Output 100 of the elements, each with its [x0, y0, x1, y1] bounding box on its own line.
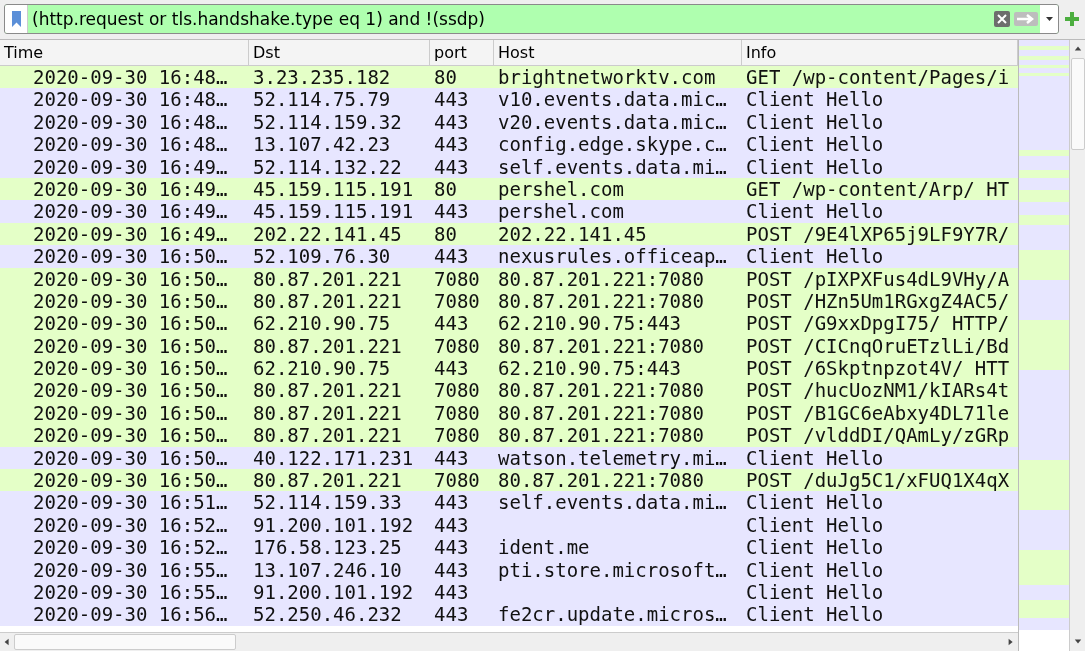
column-header[interactable]: Time	[0, 40, 249, 65]
display-filter-field[interactable]: (http.request or tls.handshake.type eq 1) and !(ssdp)	[28, 9, 992, 29]
scroll-right-icon[interactable]	[1007, 638, 1015, 646]
table-cell-text: 45.159.115.191	[252, 177, 415, 201]
table-cell-text: 3.23.235.182	[252, 66, 392, 89]
table-cell-text: watson.telemetry.mi…	[497, 446, 728, 470]
table-cell-text: 80	[433, 177, 458, 201]
table-cell-text: 443	[433, 357, 470, 380]
table-cell-text: pershel.com	[497, 200, 625, 223]
table-cell-text: 443	[433, 245, 470, 268]
table-cell-text: 443	[433, 558, 470, 581]
table-cell-text: POST /HZn5Um1RGxgZ4AC5/	[745, 289, 1011, 313]
packet-row[interactable]: 2020-09-30 16:49… 52.114.132.22 443 self.events.data.mi… Client Hello	[0, 155, 1018, 178]
table-cell-text: 176.58.123.25	[252, 536, 403, 559]
packet-row[interactable]: 2020-09-30 16:50… 80.87.201.221 7080 80.87.201.221:7080 POST /duJg5C1/xFUQ1X4qX	[0, 469, 1018, 492]
packet-row[interactable]: 2020-09-30 16:50… 62.210.90.75 443 62.210.90.75:443 POST /G9xxDpgI75/ HTTP/	[0, 312, 1018, 335]
table-cell-text: 80.87.201.221:7080	[497, 334, 705, 358]
vertical-scrollbar-thumb[interactable]	[1070, 58, 1085, 150]
table-cell-text: Client Hello	[745, 558, 885, 581]
table-cell-text: Client Hello	[745, 245, 885, 268]
packet-row[interactable]: 2020-09-30 16:52… 176.58.123.25 443 ident.me Client Hello	[0, 536, 1018, 559]
column-header[interactable]: Dst	[249, 40, 430, 65]
table-cell-text: 2020-09-30 16:50…	[32, 289, 229, 313]
table-cell-text: 2020-09-30 16:56…	[32, 603, 229, 626]
scroll-left-icon[interactable]	[3, 638, 11, 646]
column-header[interactable]: Info	[742, 40, 1018, 65]
packet-row[interactable]: 2020-09-30 16:48… 52.114.75.79 443 v10.events.data.mic… Client Hello	[0, 88, 1018, 111]
table-cell-text: POST /CICnqOruETzlLi/Bd	[745, 334, 1011, 358]
table-cell-text: 443	[433, 603, 470, 626]
bookmark-icon[interactable]	[11, 11, 21, 27]
table-cell-text: 2020-09-30 16:50…	[32, 267, 229, 290]
table-cell-text: v20.events.data.mic…	[497, 110, 728, 134]
packet-row[interactable]: 2020-09-30 16:50… 80.87.201.221 7080 80.87.201.221:7080 POST /CICnqOruETzlLi/Bd	[0, 334, 1018, 358]
table-cell-text: 80.87.201.221:7080	[497, 424, 705, 447]
table-cell-text: 2020-09-30 16:48…	[32, 88, 229, 111]
table-cell-text: 52.114.159.32	[252, 110, 403, 134]
packet-row[interactable]: 2020-09-30 16:52… 91.200.101.192 443 Client Hello	[0, 513, 1018, 537]
packet-row[interactable]: 2020-09-30 16:49… 45.159.115.191 80 pershel.com GET /wp-content/Arp/ HT	[0, 177, 1018, 201]
table-cell-text: 40.122.171.231	[252, 446, 415, 470]
table-cell-text: 80	[433, 222, 458, 246]
table-cell-text: POST /9E4lXP65j9LF9Y7R/	[745, 222, 1011, 246]
packet-row[interactable]: 2020-09-30 16:50… 80.87.201.221 7080 80.87.201.221:7080 POST /hucUozNM1/kIARs4t	[0, 379, 1018, 402]
table-cell-text: 52.114.75.79	[252, 88, 392, 111]
packet-row[interactable]: 2020-09-30 16:56… 52.250.46.232 443 fe2cr.update.micros… Client Hello	[0, 603, 1018, 626]
display-filter-bar[interactable]: (http.request or tls.handshake.type eq 1) and !(ssdp)	[4, 4, 1059, 34]
table-cell-text: 443	[433, 312, 470, 335]
table-cell-text: 7080	[433, 379, 481, 402]
packet-row[interactable]: 2020-09-30 16:50… 40.122.171.231 443 watson.telemetry.mi… Client Hello	[0, 446, 1018, 470]
clear-icon[interactable]	[994, 11, 1010, 27]
packet-row[interactable]: 2020-09-30 16:50… 80.87.201.221 7080 80.87.201.221:7080 POST /pIXPXFus4dL9VHy/A	[0, 267, 1018, 290]
table-cell-text: 80.87.201.221	[252, 267, 403, 290]
table-cell-text: 52.109.76.30	[252, 245, 392, 268]
table-cell-text: POST /6Skptnpzot4V/ HTT	[745, 357, 1011, 380]
table-cell-text: 2020-09-30 16:50…	[32, 401, 229, 425]
table-cell-text: Client Hello	[745, 536, 885, 559]
table-cell-text: 2020-09-30 16:55…	[32, 581, 229, 604]
packet-row[interactable]: 2020-09-30 16:48… 52.114.159.32 443 v20.events.data.mic… Client Hello	[0, 110, 1018, 134]
table-cell-text: Client Hello	[745, 155, 885, 178]
table-cell-text: Client Hello	[745, 110, 885, 134]
packet-row[interactable]: 2020-09-30 16:51… 52.114.159.33 443 self.events.data.mi… Client Hello	[0, 491, 1018, 514]
packet-row[interactable]: 2020-09-30 16:50… 80.87.201.221 7080 80.87.201.221:7080 POST /B1GC6eAbxy4DL71le	[0, 401, 1018, 425]
table-cell-text: 52.114.132.22	[252, 155, 403, 178]
table-cell-text: brightnetworktv.com	[497, 66, 717, 89]
table-cell-text: 443	[433, 133, 470, 156]
table-cell-text: 443	[433, 536, 470, 559]
table-cell-text: 2020-09-30 16:48…	[32, 66, 229, 89]
table-cell-text: 91.200.101.192	[252, 581, 415, 604]
table-cell-text: 443	[433, 155, 470, 178]
table-cell-text: 7080	[433, 424, 481, 447]
scroll-down-icon[interactable]	[1073, 638, 1082, 646]
packet-row[interactable]: 2020-09-30 16:55… 13.107.246.10 443 pti.store.microsoft… Client Hello	[0, 558, 1018, 581]
packet-row[interactable]: 2020-09-30 16:49… 45.159.115.191 443 pershel.com Client Hello	[0, 200, 1018, 223]
packet-row[interactable]: 2020-09-30 16:55… 91.200.101.192 443 Client Hello	[0, 581, 1018, 604]
table-cell-text: 80.87.201.221	[252, 469, 403, 492]
table-cell-text: POST /vlddDI/QAmLy/zGRp	[745, 424, 1011, 447]
packet-row[interactable]: 2020-09-30 16:48… 3.23.235.182 80 brightnetworktv.com GET /wp-content/Pages/i	[0, 66, 1018, 89]
packet-row[interactable]: 2020-09-30 16:48… 13.107.42.23 443 config.edge.skype.c… Client Hello	[0, 133, 1018, 156]
packet-row[interactable]: 2020-09-30 16:50… 80.87.201.221 7080 80.87.201.221:7080 POST /HZn5Um1RGxgZ4AC5/	[0, 289, 1018, 313]
horizontal-scrollbar-thumb[interactable]	[14, 634, 236, 650]
dropdown-caret-icon[interactable]	[1045, 17, 1053, 21]
table-cell-text: 2020-09-30 16:50…	[32, 469, 229, 492]
table-cell-text: 443	[433, 200, 470, 223]
table-cell-text: 80.87.201.221:7080	[497, 267, 705, 290]
table-cell-text: 7080	[433, 289, 481, 313]
table-cell-text: 2020-09-30 16:49…	[32, 222, 229, 246]
table-cell-text: 2020-09-30 16:52…	[32, 536, 229, 559]
packet-row[interactable]: 2020-09-30 16:49… 202.22.141.45 80 202.22.141.45 POST /9E4lXP65j9LF9Y7R/	[0, 222, 1018, 246]
table-cell-text: 13.107.42.23	[252, 133, 392, 156]
packet-row[interactable]: 2020-09-30 16:50… 52.109.76.30 443 nexusrules.officeap… Client Hello	[0, 245, 1018, 268]
column-header[interactable]: port	[430, 40, 494, 65]
table-cell-text: 7080	[433, 401, 481, 425]
table-cell-text: ident.me	[497, 536, 591, 559]
column-header[interactable]: Host	[494, 40, 742, 65]
scroll-up-icon[interactable]	[1073, 45, 1082, 53]
table-cell-text: 91.200.101.192	[252, 513, 415, 537]
table-cell-text: 2020-09-30 16:48…	[32, 110, 229, 134]
packet-row[interactable]: 2020-09-30 16:50… 80.87.201.221 7080 80.87.201.221:7080 POST /vlddDI/QAmLy/zGRp	[0, 424, 1018, 447]
packet-row[interactable]: 2020-09-30 16:50… 62.210.90.75 443 62.210.90.75:443 POST /6Skptnpzot4V/ HTT	[0, 357, 1018, 380]
table-cell-text: 80.87.201.221	[252, 379, 403, 402]
table-cell-text: 52.250.46.232	[252, 603, 403, 626]
